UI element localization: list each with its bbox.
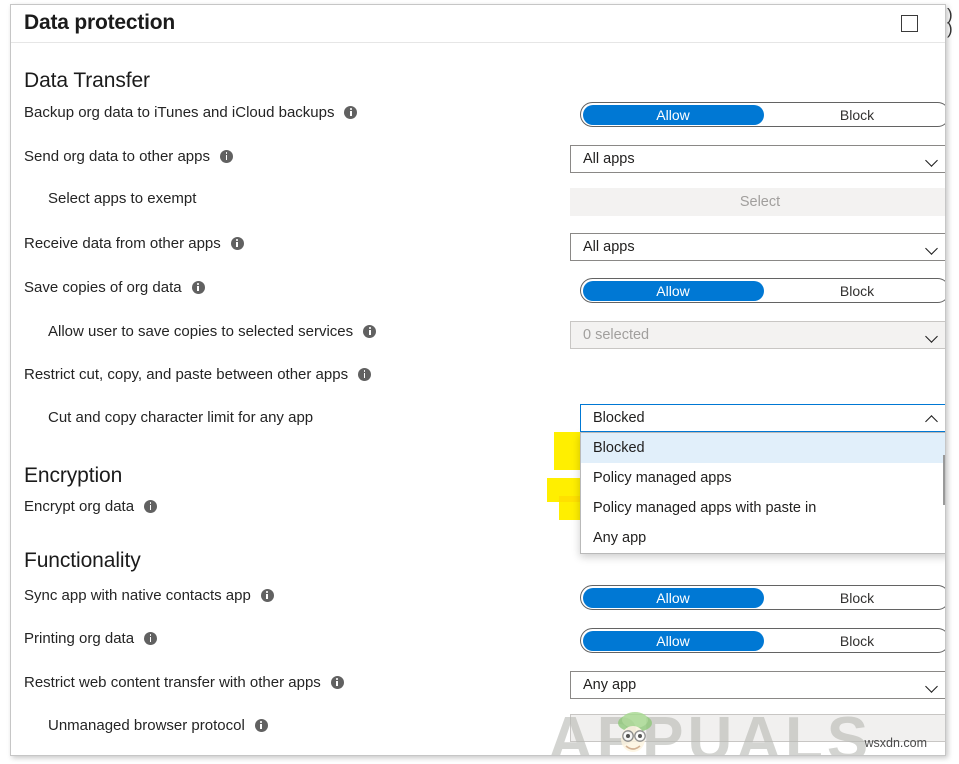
combo-value: All apps (583, 151, 635, 167)
toggle-option-block[interactable]: Block (767, 631, 946, 651)
data-protection-screen: Data protection Data Transfer Backup org… (0, 0, 959, 764)
section-heading-data-transfer: Data Transfer (24, 69, 150, 92)
combo-value: Any app (583, 677, 637, 693)
toggle-option-allow[interactable]: Allow (582, 630, 764, 651)
window-titlebar: Data protection (11, 5, 945, 43)
info-icon[interactable] (363, 325, 377, 338)
combo-value: Blocked (593, 410, 645, 426)
label-text: Restrict cut, copy, and paste between ot… (24, 366, 349, 383)
label-text: Restrict web content transfer with other… (24, 674, 321, 691)
label-cut-copy-char-limit: Cut and copy character limit for any app (24, 409, 313, 426)
label-text: Sync app with native contacts app (24, 587, 251, 604)
chevron-down-icon (926, 679, 939, 692)
page-title: Data protection (24, 11, 176, 34)
select-apps-button[interactable]: Select (570, 188, 945, 216)
label-text: Printing org data (24, 630, 135, 647)
toggle-option-block[interactable]: Block (767, 588, 946, 608)
info-icon[interactable] (344, 106, 358, 119)
restore-square-icon[interactable] (901, 15, 918, 32)
chevron-down-icon (926, 153, 939, 166)
window-edge-clip: )) (947, 8, 953, 38)
info-icon[interactable] (358, 368, 372, 381)
settings-content: Data Transfer Backup org data to iTunes … (11, 44, 945, 755)
toggle-backup-org-data[interactable]: Allow Block (580, 102, 945, 127)
combo-value: All apps (583, 239, 635, 255)
source-watermark: wsxdn.com (864, 736, 927, 750)
label-select-apps-to-exempt: Select apps to exempt (24, 190, 196, 207)
label-text: Save copies of org data (24, 279, 182, 296)
label-receive-data: Receive data from other apps (24, 235, 244, 252)
toggle-option-allow[interactable]: Allow (582, 104, 764, 125)
label-backup-org-data: Backup org data to iTunes and iCloud bac… (24, 104, 358, 121)
dropdown-scrollbar-thumb[interactable] (943, 455, 945, 505)
combo-restrict-cut-copy-paste[interactable]: Blocked (580, 404, 945, 432)
combo-value: 0 selected (583, 327, 650, 343)
button-label: Select (739, 194, 781, 210)
combo-receive-data[interactable]: All apps (570, 233, 945, 261)
label-send-org-data: Send org data to other apps (24, 148, 233, 165)
label-text: Send org data to other apps (24, 148, 210, 165)
label-text: Unmanaged browser protocol (48, 717, 245, 734)
toggle-printing-org-data[interactable]: Allow Block (580, 628, 945, 653)
combo-restrict-web-content[interactable]: Any app (570, 671, 945, 699)
label-printing-org-data: Printing org data (24, 630, 158, 647)
section-heading-encryption: Encryption (24, 464, 123, 487)
info-icon[interactable] (144, 632, 158, 645)
info-icon[interactable] (260, 589, 274, 602)
chevron-up-icon (926, 412, 939, 425)
label-encrypt-org-data: Encrypt org data (24, 498, 158, 515)
chevron-down-icon (926, 329, 939, 342)
toggle-option-allow[interactable]: Allow (582, 587, 764, 608)
toggle-save-copies[interactable]: Allow Block (580, 278, 945, 303)
label-text: Receive data from other apps (24, 235, 221, 252)
toggle-option-allow[interactable]: Allow (582, 280, 764, 301)
label-text: Select apps to exempt (48, 190, 197, 207)
section-heading-functionality: Functionality (24, 549, 141, 572)
chevron-down-icon (926, 241, 939, 254)
info-icon[interactable] (330, 676, 344, 689)
info-icon[interactable] (254, 719, 268, 732)
toggle-option-block[interactable]: Block (767, 281, 946, 301)
dropdown-option-policy-managed-apps-with-paste-in[interactable]: Policy managed apps with paste in (581, 493, 945, 523)
dropdown-restrict-cut-copy-paste[interactable]: Blocked Policy managed apps Policy manag… (580, 432, 945, 554)
dropdown-option-any-app[interactable]: Any app (581, 523, 945, 553)
combo-allow-save-selected-services[interactable]: 0 selected (570, 321, 945, 349)
label-allow-save-selected-services: Allow user to save copies to selected se… (24, 323, 377, 340)
label-text: Allow user to save copies to selected se… (48, 323, 354, 340)
settings-panel-window: Data protection Data Transfer Backup org… (10, 4, 946, 756)
label-text: Backup org data to iTunes and iCloud bac… (24, 104, 335, 121)
dropdown-option-policy-managed-apps[interactable]: Policy managed apps (581, 463, 945, 493)
combo-send-org-data[interactable]: All apps (570, 145, 945, 173)
label-text: Cut and copy character limit for any app (48, 409, 314, 426)
label-unmanaged-browser-protocol: Unmanaged browser protocol (24, 717, 268, 734)
info-icon[interactable] (144, 500, 158, 513)
dropdown-option-blocked[interactable]: Blocked (581, 433, 945, 463)
info-icon[interactable] (230, 237, 244, 250)
info-icon[interactable] (219, 150, 233, 163)
info-icon[interactable] (191, 281, 205, 294)
label-restrict-web-content: Restrict web content transfer with other… (24, 674, 344, 691)
label-save-copies: Save copies of org data (24, 279, 205, 296)
toggle-option-block[interactable]: Block (767, 105, 946, 125)
label-restrict-cut-copy-paste: Restrict cut, copy, and paste between ot… (24, 366, 372, 383)
label-sync-contacts: Sync app with native contacts app (24, 587, 274, 604)
label-text: Encrypt org data (24, 498, 135, 515)
toggle-sync-contacts[interactable]: Allow Block (580, 585, 945, 610)
